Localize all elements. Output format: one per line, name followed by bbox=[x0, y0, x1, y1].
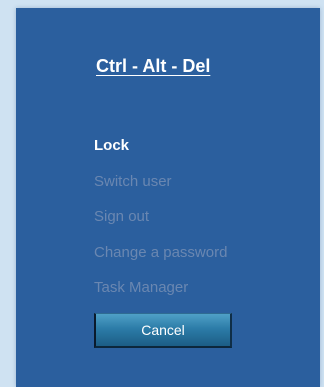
ctrl-alt-del-panel: Ctrl - Alt - Del Lock Switch user Sign o… bbox=[16, 8, 320, 387]
menu-item-change-password[interactable]: Change a password bbox=[94, 235, 314, 271]
menu-item-sign-out[interactable]: Sign out bbox=[94, 199, 314, 235]
menu-item-task-manager[interactable]: Task Manager bbox=[94, 270, 314, 306]
options-menu: Lock Switch user Sign out Change a passw… bbox=[94, 128, 314, 306]
menu-item-switch-user[interactable]: Switch user bbox=[94, 164, 314, 200]
cancel-button[interactable]: Cancel bbox=[94, 313, 232, 348]
menu-item-lock[interactable]: Lock bbox=[94, 128, 314, 164]
dialog-title: Ctrl - Alt - Del bbox=[96, 56, 211, 76]
